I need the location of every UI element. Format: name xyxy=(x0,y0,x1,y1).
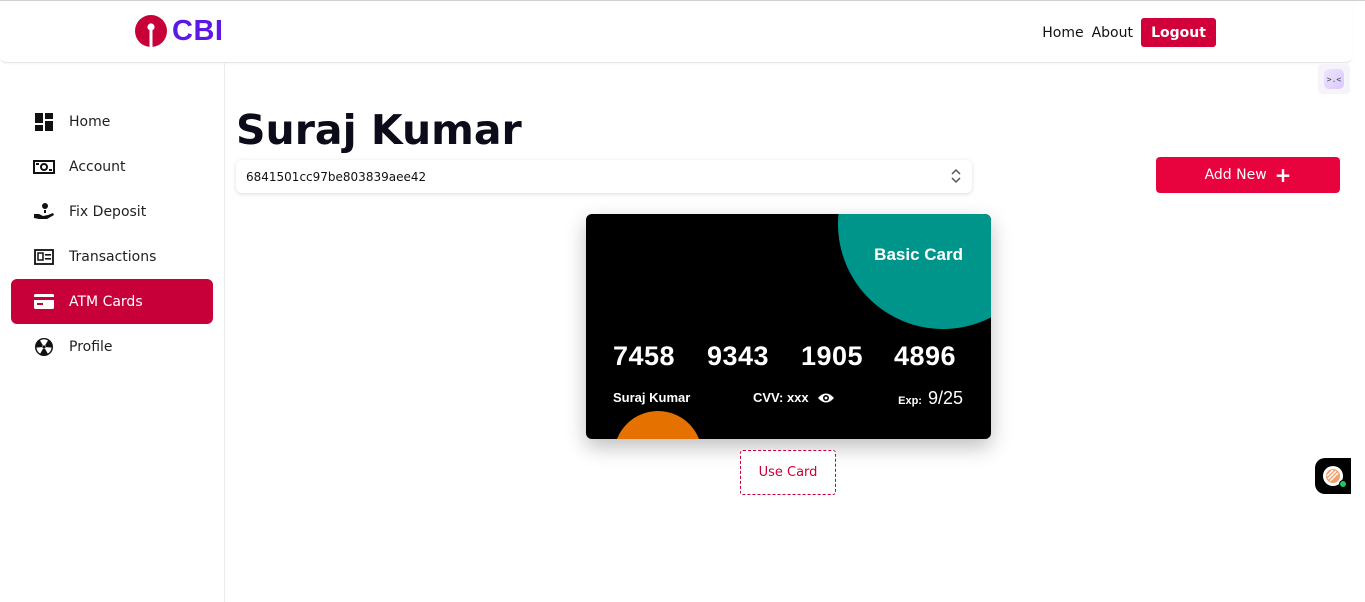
nav-about-link[interactable]: About xyxy=(1092,25,1133,41)
dashboard-icon xyxy=(33,111,55,133)
nav-home-link[interactable]: Home xyxy=(1042,25,1083,41)
receipt-icon xyxy=(33,246,55,268)
top-nav: Home About Logout xyxy=(1034,18,1216,47)
extension-widget-button[interactable]: >.< xyxy=(1318,64,1350,94)
card-number-group: 1905 xyxy=(801,341,864,371)
sidebar-item-label: ATM Cards xyxy=(69,293,143,310)
online-status-dot xyxy=(1339,480,1347,488)
card-number-group: 4896 xyxy=(894,341,957,371)
card-accent-top xyxy=(838,214,991,329)
sidebar-item-label: Home xyxy=(69,113,111,130)
card-accent-bottom xyxy=(614,411,702,439)
card-holder-name: Suraj Kumar xyxy=(613,390,691,405)
card-type: Basic Card xyxy=(874,245,963,264)
hand-coin-icon xyxy=(33,201,55,223)
page-title: Suraj Kumar xyxy=(236,106,522,154)
logout-button[interactable]: Logout xyxy=(1141,18,1216,47)
sidebar-item-account[interactable]: Account xyxy=(11,144,213,189)
card-number-group: 9343 xyxy=(707,341,770,371)
add-new-label: Add New xyxy=(1204,167,1267,183)
account-select-value: 6841501cc97be803839aee42 xyxy=(246,169,427,184)
sidebar-item-home[interactable]: Home xyxy=(11,99,213,144)
expiry-value: 9/25 xyxy=(927,388,963,408)
sidebar-item-fix-deposit[interactable]: Fix Deposit xyxy=(11,189,213,234)
use-card-button[interactable]: Use Card xyxy=(740,450,836,495)
sidebar-item-profile[interactable]: Profile xyxy=(11,324,213,369)
sidebar-item-transactions[interactable]: Transactions xyxy=(11,234,213,279)
cash-icon xyxy=(33,156,55,178)
sidebar-item-label: Profile xyxy=(69,338,113,355)
eye-icon[interactable] xyxy=(817,392,835,404)
card-number-group: 7458 xyxy=(613,341,676,371)
add-new-button[interactable]: Add New + xyxy=(1156,157,1340,193)
chat-widget-button[interactable] xyxy=(1315,458,1351,494)
top-header: CBI Home About Logout xyxy=(0,3,1352,63)
brand-name: CBI xyxy=(172,14,224,47)
card-cvv: CVV: xxx xyxy=(753,390,835,405)
card-expiry: Exp: 9/25 xyxy=(898,388,963,409)
sidebar: Home Account Fix Deposit Transactions AT… xyxy=(0,63,225,602)
sidebar-item-label: Account xyxy=(69,158,126,175)
sidebar-item-label: Transactions xyxy=(69,248,157,265)
sidebar-item-label: Fix Deposit xyxy=(69,203,147,220)
chevron-up-down-icon xyxy=(951,168,961,184)
cvv-label: CVV: xxx xyxy=(753,390,809,405)
account-select[interactable]: 6841501cc97be803839aee42 xyxy=(236,160,972,193)
brand-logo[interactable]: CBI xyxy=(134,14,223,48)
credit-card-icon xyxy=(33,291,55,313)
logo-mark-icon xyxy=(135,15,167,48)
code-icon: >.< xyxy=(1324,69,1344,89)
plus-icon: + xyxy=(1274,163,1292,187)
expiry-label: Exp: xyxy=(898,395,922,407)
sidebar-item-atm-cards[interactable]: ATM Cards xyxy=(11,279,213,324)
radiation-icon xyxy=(33,336,55,358)
atm-card: Basic Card 7458 9343 1905 4896 Suraj Kum… xyxy=(586,214,991,439)
